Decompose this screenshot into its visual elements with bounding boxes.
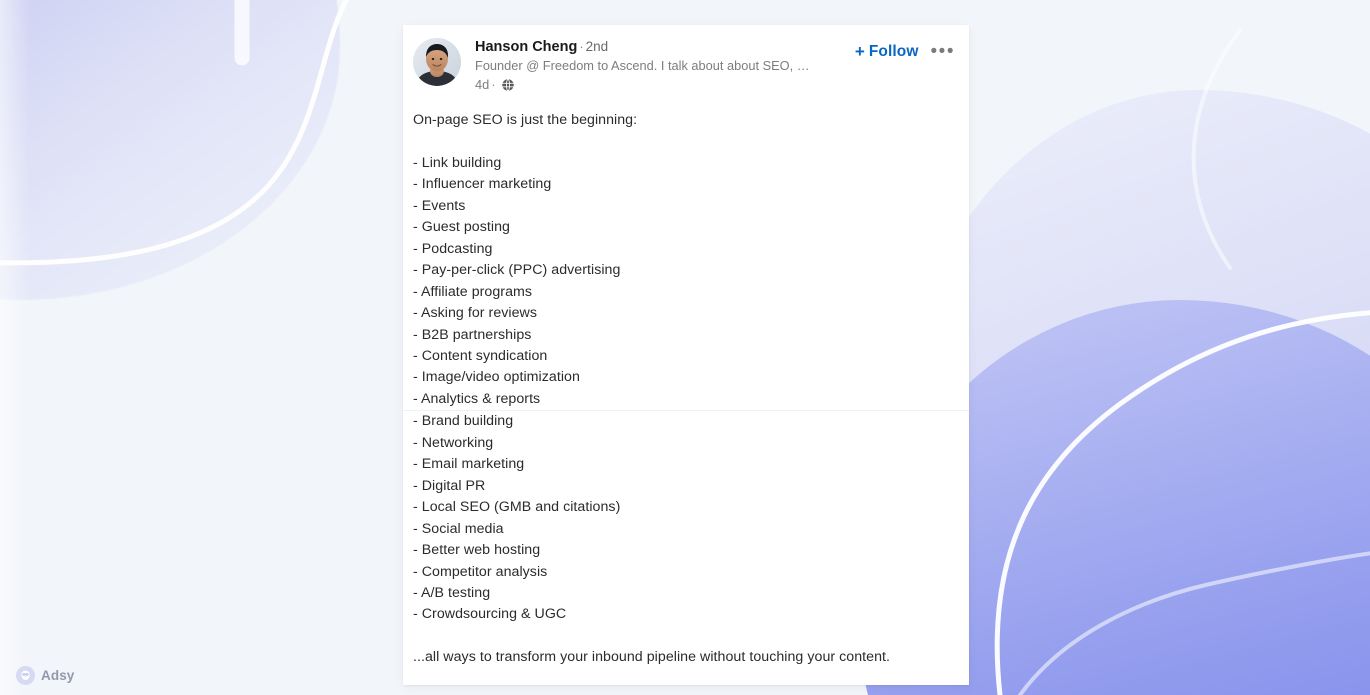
post-header-actions: + Follow •••	[855, 37, 957, 61]
linkedin-post-card: Hanson Cheng · 2nd Founder @ Freedom to As…	[403, 25, 969, 685]
list-item: - B2B partnerships	[413, 326, 532, 343]
list-item: - Crowdsourcing & UGC	[413, 606, 567, 623]
post-header: Hanson Cheng · 2nd Founder @ Freedom to As…	[403, 25, 969, 93]
list-item: - Social media	[413, 520, 504, 537]
post-blank-line-2	[413, 626, 955, 647]
list-item: - Image/video optimization	[413, 369, 580, 386]
list-item: - Influencer marketing	[413, 176, 552, 193]
post-list-group-1: - Link building - Influencer marketing -…	[413, 153, 955, 410]
author-name[interactable]: Hanson Cheng	[475, 39, 577, 55]
background-letter-f-watermark	[234, 0, 250, 66]
name-separator: ·	[579, 39, 584, 54]
list-item: - Competitor analysis	[413, 563, 548, 580]
list-item: - Asking for reviews	[413, 305, 537, 322]
globe-icon	[501, 77, 515, 92]
adsy-watermark-label: Adsy	[41, 668, 75, 683]
list-item: - Brand building	[413, 413, 514, 430]
author-name-row: Hanson Cheng · 2nd	[475, 38, 855, 56]
list-item: - Content syndication	[413, 347, 548, 364]
post-timestamp: 4d	[475, 77, 490, 92]
more-options-icon[interactable]: •••	[929, 42, 957, 61]
plus-icon: +	[854, 42, 865, 61]
meta-separator: ·	[491, 77, 496, 92]
list-item: - Networking	[413, 434, 494, 451]
author-headline: Founder @ Freedom to Ascend. I talk abou…	[475, 58, 810, 73]
list-item: - Link building	[413, 154, 502, 171]
list-item: - Email marketing	[413, 456, 525, 473]
adsy-owl-icon	[16, 666, 35, 685]
list-item: - Better web hosting	[413, 542, 541, 559]
post-list-group-2: - Brand building - Networking - Email ma…	[413, 411, 955, 626]
follow-button[interactable]: + Follow	[855, 43, 919, 61]
adsy-watermark: Adsy	[16, 666, 74, 685]
list-item: - Guest posting	[413, 219, 510, 236]
avatar[interactable]	[413, 38, 461, 86]
post-meta-row: 4d ·	[475, 76, 855, 93]
list-item: - A/B testing	[413, 584, 491, 601]
connection-degree: 2nd	[585, 39, 609, 54]
list-item: - Podcasting	[413, 240, 493, 257]
list-item: - Analytics & reports	[413, 390, 541, 407]
post-body: On-page SEO is just the beginning: - Lin…	[403, 93, 969, 685]
screenshot-root: Hanson Cheng · 2nd Founder @ Freedom to As…	[0, 0, 1370, 695]
list-item: - Local SEO (GMB and citations)	[413, 499, 621, 516]
author-identity: Hanson Cheng · 2nd Founder @ Freedom to As…	[461, 37, 855, 93]
follow-button-label: Follow	[868, 43, 919, 60]
background-blob-left	[0, 0, 340, 300]
post-intro-line: On-page SEO is just the beginning:	[413, 112, 638, 128]
post-outro-line: ...all ways to transform your inbound pi…	[413, 649, 891, 666]
background-edge-sheen	[0, 0, 30, 695]
list-item: - Events	[413, 197, 466, 214]
list-item: - Affiliate programs	[413, 283, 533, 300]
list-item: - Pay-per-click (PPC) advertising	[413, 262, 621, 279]
avatar-photo	[413, 38, 461, 86]
background-blob-right-soft	[900, 90, 1370, 695]
list-item: - Digital PR	[413, 477, 486, 494]
